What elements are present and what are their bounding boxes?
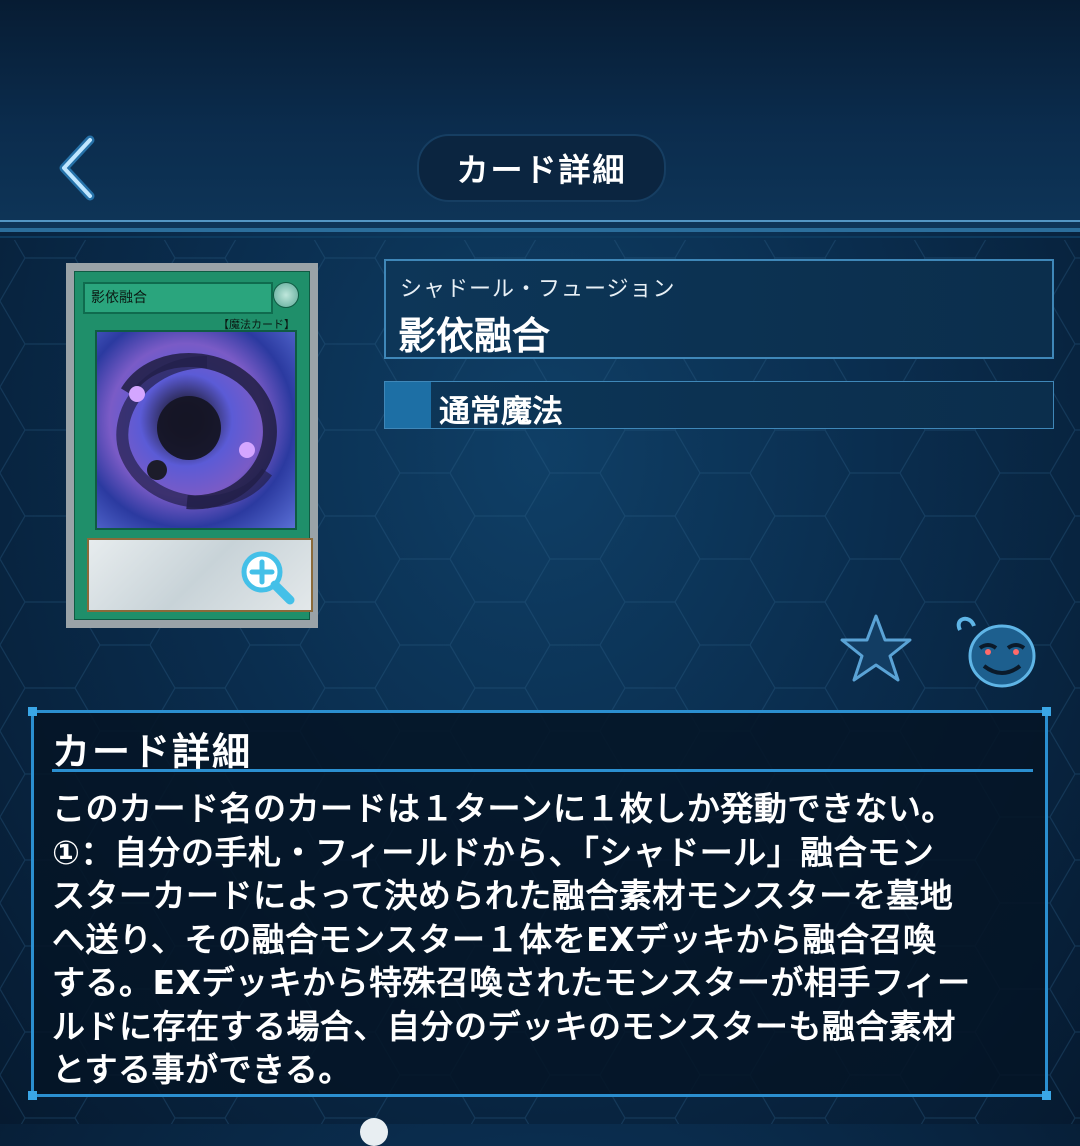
zoom-in-icon	[241, 551, 295, 605]
card-type-panel: 通常魔法	[384, 381, 1054, 430]
header-divider	[0, 220, 1080, 222]
detail-divider	[52, 769, 1033, 772]
card-image-name: 影依融合	[83, 282, 273, 314]
card-detail-box: カード詳細 このカード名のカードは１ターンに１枚しか発動できない。 ①：自分の手…	[28, 707, 1051, 1100]
box-corner	[28, 707, 37, 716]
favorite-button[interactable]	[838, 612, 914, 684]
page-indicator-dot[interactable]	[360, 1118, 388, 1146]
card-name-panel: シャドール・フュージョン 影依融合	[384, 259, 1054, 359]
box-corner	[1042, 707, 1051, 716]
card-name: 影依融合	[398, 314, 551, 358]
artwork-swirl	[116, 353, 277, 510]
zoom-button[interactable]	[238, 548, 298, 608]
pot-of-greed-icon	[956, 616, 1036, 688]
detail-heading: カード詳細	[52, 730, 253, 774]
star-icon	[840, 614, 912, 682]
card-artwork	[95, 330, 297, 530]
header-bar: カード詳細	[0, 0, 1080, 238]
card-effect-text: このカード名のカードは１ターンに１枚しか発動できない。 ①：自分の手札・フィール…	[52, 789, 971, 1089]
box-corner	[28, 1091, 37, 1100]
header-divider	[0, 236, 1080, 238]
spell-attribute-icon	[273, 282, 299, 308]
box-corner	[1042, 1091, 1051, 1100]
card-name-ruby: シャドール・フュージョン	[400, 277, 676, 302]
header-divider	[0, 228, 1080, 232]
pot-button[interactable]	[950, 610, 1038, 690]
back-button[interactable]	[50, 130, 110, 206]
page-title: カード詳細	[417, 134, 666, 202]
card-type: 通常魔法	[439, 394, 563, 430]
chevron-left-icon	[59, 135, 95, 201]
type-marker	[385, 382, 431, 428]
